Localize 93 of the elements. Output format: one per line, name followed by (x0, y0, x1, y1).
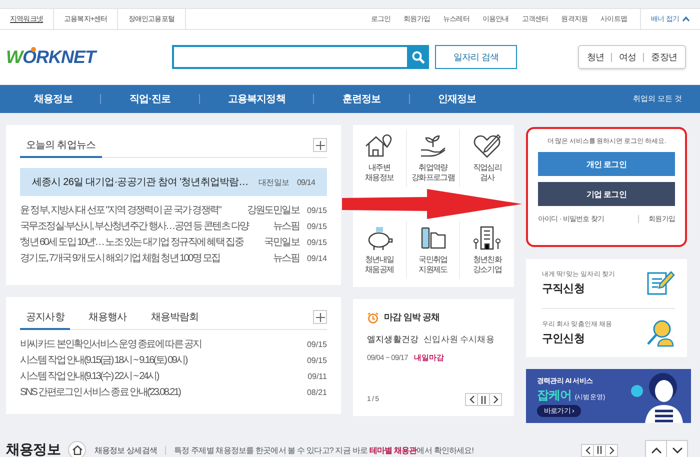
pause-icon (597, 446, 602, 454)
notice-date: 09/15 (306, 356, 327, 364)
news-headline[interactable]: 경기도, 7개국 9개 도시 해외기업 체험 청년 100명 모집 (20, 251, 269, 265)
notice-title[interactable]: 비씨카드 본인확인서비스 운영 종료에 따른 공지 (20, 337, 299, 351)
chevron-down-icon (672, 446, 682, 454)
nav-menu-item[interactable]: 훈련정보 (342, 92, 409, 106)
quick-menu-label: 청년친화 강소기업 (472, 254, 502, 276)
news-source: 뉴스핌 (272, 220, 299, 233)
section-title: 채용정보 (6, 441, 60, 457)
application-title: 구인신청 (542, 332, 586, 346)
audience-link[interactable]: 중장년 (651, 50, 677, 64)
notice-title[interactable]: SNS 간편로그인 서비스 종료 안내('23.08.21) (20, 385, 299, 399)
home-icon (72, 445, 83, 455)
news-date: 09/15 (306, 206, 327, 214)
house-pin-icon (364, 132, 394, 159)
nav-menu-item[interactable]: 고용복지정책 (228, 92, 314, 106)
news-source: 대전일보 (258, 176, 289, 188)
news-headline: 세종시 26일 대기업·공공기관 참여 '청년취업박람… (32, 176, 250, 189)
nav-menu-item[interactable]: 직업·진로 (129, 92, 199, 106)
search-field[interactable] (172, 45, 407, 69)
quick-menu-label: 청년내일 채움공제 (364, 254, 394, 276)
notice-title[interactable]: 시스템 작업 안내(9.15(금) 18시 ~ 9.16(토) 09시) (20, 353, 299, 367)
pause-icon (481, 396, 486, 404)
next-button[interactable] (489, 393, 502, 406)
audience-link[interactable]: 여성 (618, 50, 636, 64)
notice-tab[interactable]: 채용박람회 (144, 306, 205, 330)
quick-menu-item[interactable]: 청년내일 채움공제 (353, 221, 407, 279)
news-headline[interactable]: 윤 정부, 지방시대 선포 "지역 경쟁력이 곧 국가 경쟁력" (20, 203, 243, 217)
more-button[interactable] (313, 138, 327, 152)
scroll-up-button[interactable] (645, 440, 667, 457)
form-pencil-icon (645, 269, 675, 298)
quick-menu-item[interactable]: 국민취업 지원제도 (406, 221, 460, 279)
banner-title: 잡케어 (537, 387, 572, 404)
audience-link[interactable]: 청년 (586, 50, 604, 64)
company-name: 엘지생활건강 (367, 334, 419, 346)
chevron-up-icon (650, 446, 662, 454)
news-date: 09/14 (296, 178, 315, 186)
job-search-button[interactable]: 일자리 검색 (435, 45, 517, 69)
news-source: 국민일보 (264, 236, 299, 249)
notice-tab[interactable]: 공지사항 (20, 306, 70, 330)
nav-menu-item[interactable]: 인재정보 (438, 92, 504, 106)
news-source: 강원도민일보 (246, 204, 299, 217)
news-tab[interactable]: 오늘의 취업뉴스 (20, 134, 102, 158)
more-button[interactable] (313, 310, 327, 324)
quick-menu-item[interactable]: 청년친화 강소기업 (460, 221, 514, 279)
news-date: 09/14 (306, 254, 327, 262)
quick-menu-item[interactable]: 직업심리 검사 (460, 129, 514, 187)
search-icon (412, 50, 424, 64)
scroll-down-button[interactable] (666, 440, 688, 457)
login-button[interactable]: 기업 로그인 (538, 182, 675, 206)
news-headline[interactable]: '청년 60세 도입 10년'… 노조 있는 대기업 정규직에 혜택 집중 (20, 235, 260, 249)
deadline-title: 마감 임박 공채 (384, 311, 440, 324)
notice-date: 08/21 (306, 388, 327, 396)
login-button[interactable]: 개인 로그인 (538, 152, 675, 176)
next-button[interactable] (605, 444, 618, 456)
notice-tab[interactable]: 채용행사 (82, 306, 133, 330)
quick-menu-item[interactable]: 내주변 채용정보 (353, 129, 407, 187)
pause-button[interactable] (593, 444, 606, 456)
news-headline[interactable]: 국무조정실·부산시, 부산청년주간 행사…공연 등 콘텐츠 다양 (20, 219, 269, 233)
quick-menu-label: 취업역량 강화프로그램 (411, 162, 455, 184)
featured-news-row[interactable]: 세종시 26일 대기업·공공기관 참여 '청년취업박람… 대전일보 09/14 (20, 168, 327, 196)
logo[interactable]: WORKNET (6, 46, 166, 68)
home-button[interactable] (68, 441, 86, 457)
chevron-up-icon (682, 16, 690, 22)
quick-menu-label: 내주변 채용정보 (364, 162, 394, 184)
chevron-right-icon (608, 446, 614, 454)
heart-pen-icon (472, 132, 502, 159)
notice-date: 09/11 (306, 372, 327, 380)
quick-menu-label: 직업심리 검사 (472, 162, 502, 184)
chevron-left-icon (584, 446, 590, 454)
magnifier-person-icon (645, 318, 675, 347)
notice-title[interactable]: 시스템 작업 안내(9.13(수) 22시 ~ 24시) (20, 369, 299, 383)
news-source: 뉴스핌 (272, 252, 299, 265)
theme-notice: 특정 주제별 채용정보를 한곳에서 볼 수 있다고? 지금 바로 테마별 채용관에서 확인하세요! (174, 444, 474, 456)
chevron-right-icon (492, 395, 498, 404)
news-date: 09/15 (306, 238, 327, 246)
previous-button[interactable] (465, 393, 478, 406)
search-button[interactable] (407, 45, 429, 69)
plus-icon (316, 312, 324, 322)
job-posting-link[interactable]: 신입사원 수시채용 (424, 334, 494, 346)
nav-menu-item[interactable]: 채용정보 (34, 92, 100, 106)
alarm-clock-icon (367, 312, 379, 324)
building-icon (472, 224, 502, 251)
detail-search-link[interactable]: 채용정보 상세검색 (94, 444, 158, 456)
chevron-left-icon (468, 395, 474, 404)
notice-date: 09/15 (306, 340, 327, 348)
previous-button[interactable] (581, 444, 594, 456)
quick-menu-item[interactable]: 취업역량 강화프로그램 (406, 129, 460, 187)
news-date: 09/15 (306, 222, 327, 230)
plus-icon (316, 140, 324, 150)
quick-menu-label: 국민취업 지원제도 (418, 254, 448, 276)
application-title: 구직신청 (542, 282, 586, 296)
pause-button[interactable] (477, 393, 490, 406)
